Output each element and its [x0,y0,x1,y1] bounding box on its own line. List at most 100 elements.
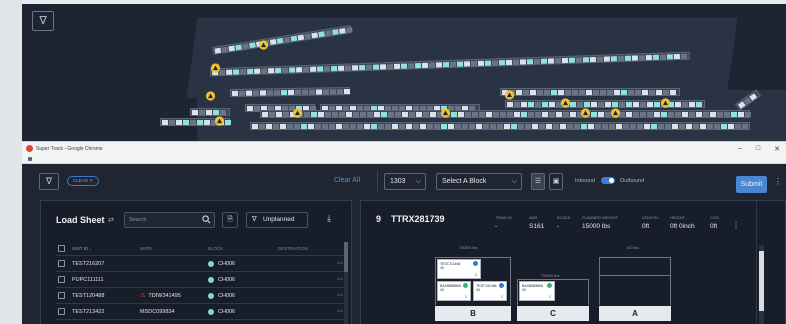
rail-car[interactable] [528,112,534,117]
rail-car[interactable] [738,112,744,117]
print-view-button[interactable]: ▣ [549,173,563,190]
platform-a[interactable] [599,257,671,305]
rail-car[interactable] [630,124,636,129]
rail-track[interactable] [260,110,751,118]
direction-toggle[interactable] [601,177,615,184]
rail-car[interactable] [228,45,236,52]
rail-car[interactable] [379,64,387,70]
search-icon[interactable] [202,215,211,224]
rail-car[interactable] [259,124,265,129]
rail-car[interactable] [455,124,461,129]
rail-car[interactable] [595,124,601,129]
rail-car[interactable] [540,58,548,64]
rail-car[interactable] [696,112,702,117]
list-view-button[interactable]: ☰ [531,173,545,190]
rail-car[interactable] [654,112,660,117]
rail-car[interactable] [659,54,666,60]
rail-car[interactable] [336,89,344,95]
more-options-icon[interactable]: ⋮ [664,307,671,315]
select-all-checkbox[interactable] [58,245,65,252]
rail-car[interactable] [413,124,419,129]
rail-car[interactable] [276,112,282,117]
rail-car[interactable] [633,112,639,117]
rail-car[interactable] [388,112,394,117]
rail-car[interactable] [351,65,359,71]
rail-car[interactable] [735,124,741,129]
rail-car[interactable] [633,102,639,107]
warning-icon[interactable] [610,108,621,118]
rail-car[interactable] [570,112,576,117]
rail-car[interactable] [428,62,436,68]
rail-car[interactable] [435,62,443,68]
rail-car[interactable] [572,90,578,95]
rail-car[interactable] [269,112,275,117]
rail-car[interactable] [280,90,288,96]
rail-car[interactable] [442,62,450,68]
table-row[interactable]: TEST213422 MSDC099834 CH006 ⋯ [55,304,345,320]
rail-car[interactable] [322,89,330,95]
rail-car[interactable] [458,112,464,117]
column-header-unit-id[interactable]: UNIT ID ↑ [72,246,140,251]
rail-car[interactable] [586,90,592,95]
rail-car[interactable] [700,124,706,129]
rail-car[interactable] [214,47,222,54]
rail-car[interactable] [206,110,212,115]
table-row[interactable]: TEST120488 ⚠ TDIW341495 CH006 ⋯ [55,288,345,304]
rail-car[interactable] [266,90,274,96]
rail-car[interactable] [364,124,370,129]
rail-car[interactable] [311,112,317,117]
rail-car[interactable] [666,54,673,60]
rail-car[interactable] [581,124,587,129]
rail-car[interactable] [235,44,242,51]
rail-car[interactable] [249,42,256,49]
rail-car[interactable] [546,124,552,129]
rail-car[interactable] [717,112,723,117]
rail-car[interactable] [469,124,475,129]
rail-car[interactable] [497,124,503,129]
rail-car[interactable] [297,34,305,41]
rail-car[interactable] [551,90,557,95]
rail-car[interactable] [728,124,734,129]
rail-car[interactable] [542,102,548,107]
rail-car[interactable] [324,66,331,72]
rail-car[interactable] [689,102,695,107]
rail-car[interactable] [603,56,611,62]
rail-car[interactable] [686,124,692,129]
rail-car[interactable] [591,112,597,117]
rail-car[interactable] [406,124,412,129]
rail-car[interactable] [476,124,482,129]
rail-car[interactable] [689,112,695,117]
rail-car[interactable] [409,112,415,117]
rail-car[interactable] [231,90,239,97]
export-button[interactable]: 🗎 [222,212,238,228]
rail-car[interactable] [252,124,258,129]
rail-car[interactable] [357,124,363,129]
rail-car[interactable] [582,57,590,63]
rail-car[interactable] [721,124,727,129]
rail-car[interactable] [670,90,676,95]
scrollbar-thumb[interactable] [759,251,764,311]
rail-car[interactable] [385,124,391,129]
rail-car[interactable] [332,29,339,35]
rail-car[interactable] [523,90,529,95]
rail-car[interactable] [596,56,604,62]
rail-car[interactable] [568,57,576,63]
rail-car[interactable] [399,124,405,129]
rail-car[interactable] [378,124,384,129]
rail-car[interactable] [547,58,555,64]
funnel-icon[interactable]: ∇ [32,11,54,31]
rail-car[interactable] [511,124,517,129]
rail-car[interactable] [651,124,657,129]
rail-car[interactable] [318,112,324,117]
rail-car[interactable] [472,112,478,117]
rail-car[interactable] [621,90,627,95]
track-select[interactable]: 1303 ⌵ [384,173,426,190]
rail-car[interactable] [420,124,426,129]
rail-car[interactable] [682,102,688,107]
search-input[interactable] [129,215,199,225]
rail-car[interactable] [703,112,709,117]
rail-car[interactable] [197,120,203,125]
rail-car[interactable] [645,54,652,61]
rail-car[interactable] [462,124,468,129]
rail-car[interactable] [635,90,641,95]
